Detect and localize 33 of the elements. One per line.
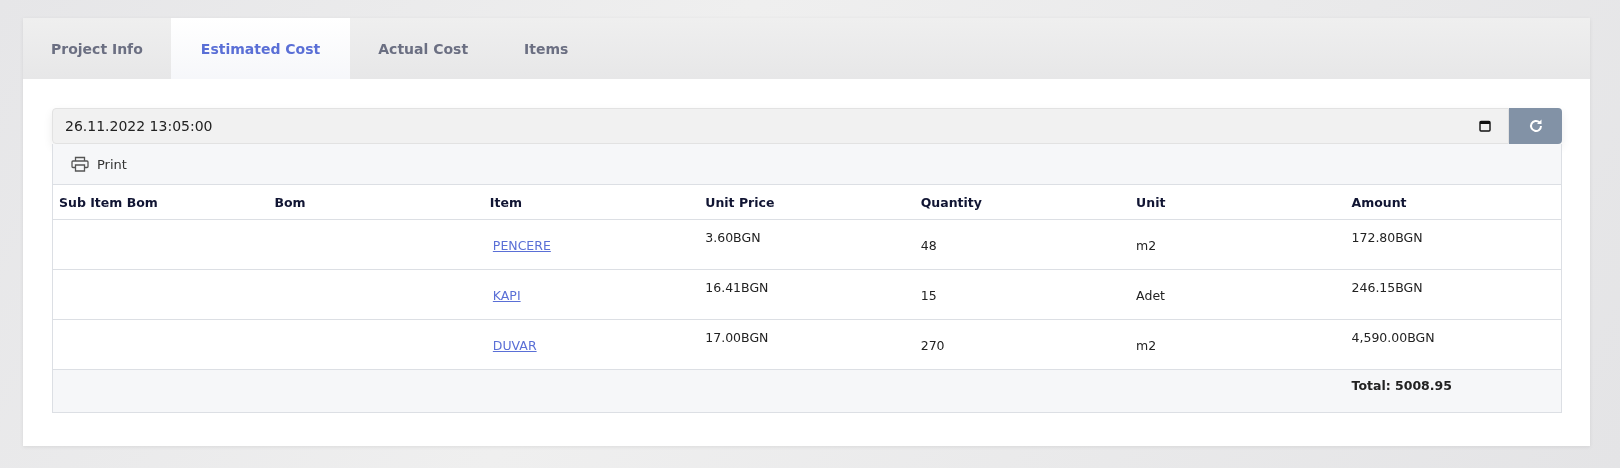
tab[interactable]: Actual Cost (350, 18, 497, 79)
table-cell: 172.80BGN (1351, 230, 1423, 245)
total-text: Total: 5008.95 (1351, 378, 1452, 393)
table-cell: 16.41BGN (705, 280, 769, 295)
table-cell: 270 (920, 338, 945, 353)
refresh-button[interactable] (1509, 108, 1562, 144)
column-header: Unit (1130, 185, 1346, 220)
print-button[interactable]: Print (71, 156, 127, 172)
tab[interactable]: Project Info (23, 18, 171, 79)
item-link[interactable]: DUVAR (492, 338, 537, 353)
table-cell: m2 (1136, 338, 1157, 353)
item-link[interactable]: PENCERE (492, 238, 551, 253)
column-header: Bom (268, 185, 484, 220)
table-cell: m2 (1136, 238, 1157, 253)
date-field[interactable]: 26.11.2022 13:05:00 (52, 108, 1509, 144)
column-header: Amount (1345, 185, 1561, 220)
table-cell: 48 (920, 238, 937, 253)
column-header: Sub Item Bom (53, 185, 269, 220)
table-cell: 3.60BGN (705, 230, 761, 245)
table-cell: 15 (920, 288, 937, 303)
column-header: Item (483, 185, 700, 220)
tab[interactable]: Estimated Cost (170, 18, 351, 79)
table-cell: Adet (1136, 288, 1165, 303)
tab[interactable]: Items (496, 18, 597, 79)
item-link[interactable]: KAPI (492, 288, 521, 303)
printer-icon (71, 156, 89, 172)
table-cell: 4,590.00BGN (1351, 330, 1435, 345)
table-cell: 246.15BGN (1351, 280, 1423, 295)
table-cell: 17.00BGN (705, 330, 769, 345)
column-header: Quantity (914, 185, 1131, 220)
column-header: Unit Price (699, 185, 915, 220)
refresh-icon (1527, 118, 1544, 134)
calendar-icon[interactable] (1479, 120, 1491, 132)
